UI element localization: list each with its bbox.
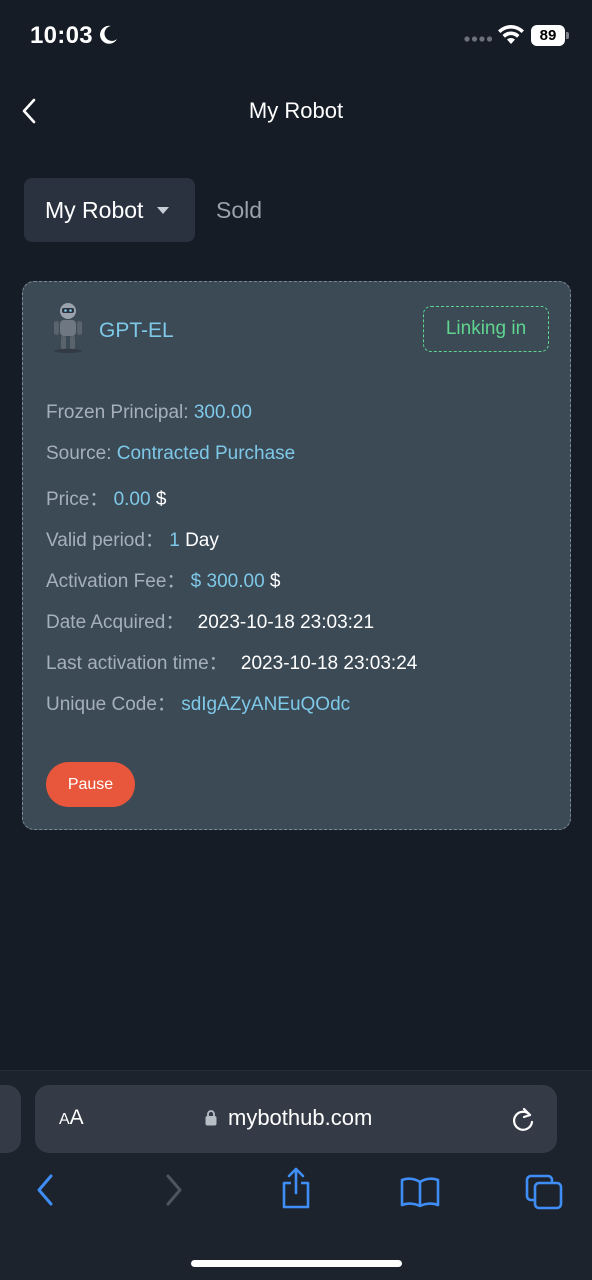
- wifi-icon: [498, 25, 524, 44]
- source-value: Contracted Purchase: [116, 443, 296, 464]
- nav-header: My Robot: [0, 80, 592, 142]
- pause-button[interactable]: Pause: [46, 762, 135, 807]
- moon-icon: [100, 25, 117, 44]
- reader-options-button[interactable]: AA: [59, 1106, 84, 1130]
- last-activation-value: 2023-10-18 23:03:24: [240, 653, 418, 674]
- battery-level: 89: [531, 25, 565, 46]
- price-row: Price： 0.00 $: [46, 484, 166, 511]
- previous-tab-preview[interactable]: [0, 1085, 21, 1153]
- reload-icon[interactable]: [510, 1106, 536, 1134]
- activation-fee-label: Activation Fee：: [46, 571, 191, 592]
- bookmarks-icon[interactable]: [400, 1176, 440, 1208]
- battery-cap: [566, 32, 569, 39]
- battery-indicator: 89: [531, 25, 569, 46]
- last-activation-row: Last activation time： 2023-10-18 23:03:2…: [46, 648, 417, 675]
- page-title: My Robot: [248, 98, 344, 123]
- signal-dots-icon: [464, 36, 492, 42]
- valid-period-row: Valid period： 1 Day: [46, 525, 219, 552]
- frozen-principal-label: Frozen Principal:: [46, 402, 194, 423]
- activation-fee-row: Activation Fee： $ 300.00 $: [46, 566, 281, 593]
- date-acquired-row: Date Acquired： 2023-10-18 23:03:21: [46, 607, 374, 634]
- url-text: mybothub.com: [228, 1105, 373, 1130]
- activation-fee-value: $ 300.00: [190, 571, 265, 592]
- lock-icon: [205, 1110, 217, 1126]
- aa-small-letter: A: [59, 1111, 70, 1128]
- price-currency: $: [150, 489, 167, 510]
- browser-back-icon[interactable]: [34, 1172, 56, 1208]
- tab-sold[interactable]: Sold: [216, 197, 262, 224]
- frozen-principal-value: 300.00: [193, 402, 252, 423]
- tab-my-robot[interactable]: My Robot: [24, 178, 195, 242]
- date-acquired-label: Date Acquired：: [46, 612, 190, 633]
- valid-period-label: Valid period：: [46, 530, 170, 551]
- status-bar: 10:03 89: [0, 0, 592, 72]
- tabs-icon[interactable]: [525, 1174, 563, 1210]
- aa-large-letter: A: [69, 1106, 84, 1129]
- unique-code-label: Unique Code：: [46, 694, 182, 715]
- price-label: Price：: [46, 489, 114, 510]
- home-indicator: [191, 1260, 402, 1267]
- frozen-principal-row: Frozen Principal: 300.00: [46, 402, 252, 424]
- share-icon[interactable]: [280, 1166, 312, 1210]
- caret-down-icon: [157, 207, 169, 214]
- source-row: Source: Contracted Purchase: [46, 443, 295, 465]
- valid-period-unit: Day: [179, 530, 219, 551]
- unique-code-row: Unique Code： sdIgAZyANEuQOdc: [46, 689, 350, 716]
- robot-card: GPT-EL Linking in Frozen Principal: 300.…: [22, 281, 571, 830]
- last-activation-label: Last activation time：: [46, 653, 233, 674]
- unique-code-value: sdIgAZyANEuQOdc: [181, 694, 351, 715]
- status-time: 10:03: [30, 22, 93, 49]
- robot-name: GPT-EL: [99, 319, 174, 342]
- browser-forward-icon[interactable]: [163, 1172, 185, 1208]
- tab-my-robot-label: My Robot: [45, 197, 144, 223]
- price-value: 0.00: [113, 489, 151, 510]
- source-label: Source:: [46, 443, 117, 464]
- status-badge: Linking in: [423, 306, 549, 352]
- valid-period-value: 1: [169, 530, 180, 551]
- date-acquired-value: 2023-10-18 23:03:21: [197, 612, 375, 633]
- tab-bar: My Robot Sold: [24, 178, 568, 242]
- activation-fee-currency: $: [264, 571, 281, 592]
- robot-avatar-icon: [54, 303, 82, 353]
- address-bar[interactable]: AA mybothub.com: [35, 1085, 557, 1153]
